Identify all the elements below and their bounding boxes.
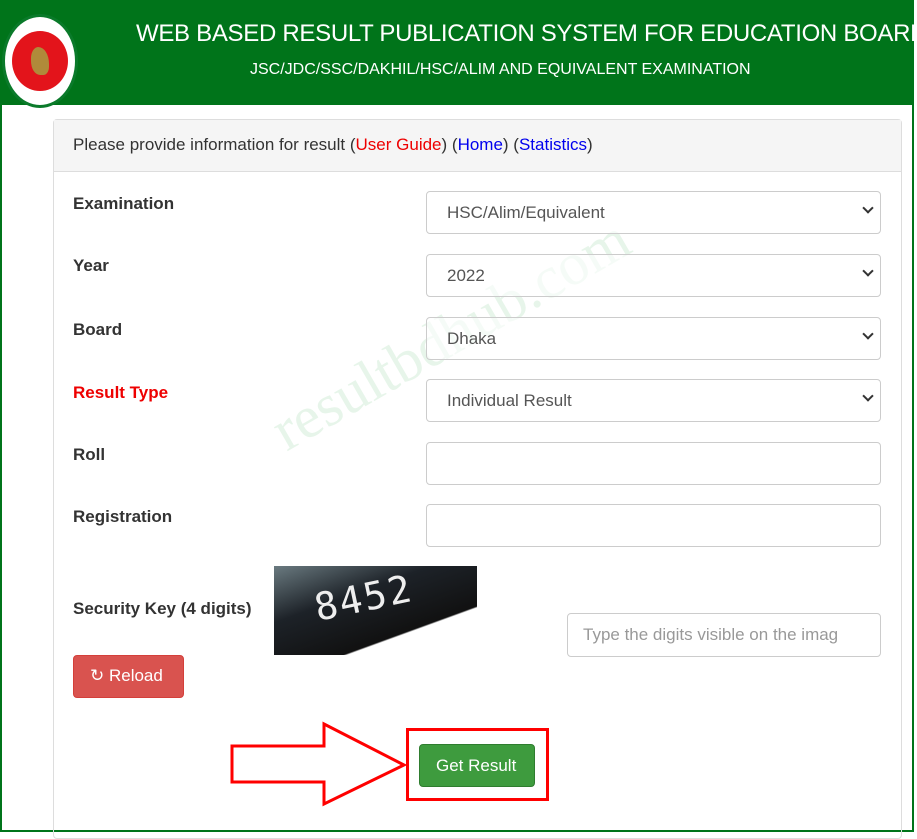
site-title: WEB BASED RESULT PUBLICATION SYSTEM FOR … [136,20,917,47]
result-type-label: Result Type [73,383,169,402]
board-value: Dhaka [447,329,497,348]
statistics-link[interactable]: Statistics [519,135,587,154]
chevron-down-icon [862,328,874,340]
chevron-down-icon [862,265,874,277]
registration-input[interactable] [426,504,881,547]
government-seal-logo [2,14,78,108]
result-type-select[interactable]: Individual Result [426,379,881,422]
captcha-digits: 8452 [310,566,418,630]
arrow-right-icon [230,721,408,807]
security-key-input[interactable]: Type the digits visible on the imag [567,613,881,657]
roll-input[interactable] [426,442,881,485]
sep: ) ( [441,135,458,154]
year-value: 2022 [447,266,485,285]
security-key-label: Security Key (4 digits) [73,599,252,618]
chevron-down-icon [862,202,874,214]
examination-value: HSC/Alim/Equivalent [447,203,605,222]
reload-label: Reload [108,666,163,685]
year-select[interactable]: 2022 [426,254,881,297]
result-type-value: Individual Result [447,391,572,410]
roll-label: Roll [73,445,106,464]
board-select[interactable]: Dhaka [426,317,881,360]
user-guide-link[interactable]: User Guide [356,135,442,154]
sep: ) ( [502,135,519,154]
intro-text: Please provide information for result ( [73,135,356,154]
refresh-icon: ↻ [90,666,109,685]
sep: ) [587,135,593,154]
examination-select[interactable]: HSC/Alim/Equivalent [426,191,881,234]
home-link[interactable]: Home [458,135,503,154]
chevron-down-icon [862,390,874,402]
board-label: Board [73,320,123,339]
registration-label: Registration [73,507,173,526]
site-subtitle: JSC/JDC/SSC/DAKHIL/HSC/ALIM AND EQUIVALE… [250,61,751,78]
site-header: WEB BASED RESULT PUBLICATION SYSTEM FOR … [0,0,917,108]
get-result-button[interactable]: Get Result [419,744,535,787]
examination-label: Examination [73,194,175,213]
captcha-image: 8452 [274,566,477,655]
reload-button[interactable]: ↻ Reload [73,655,184,698]
year-label: Year [73,256,109,275]
panel-heading: Please provide information for result (U… [54,120,901,172]
